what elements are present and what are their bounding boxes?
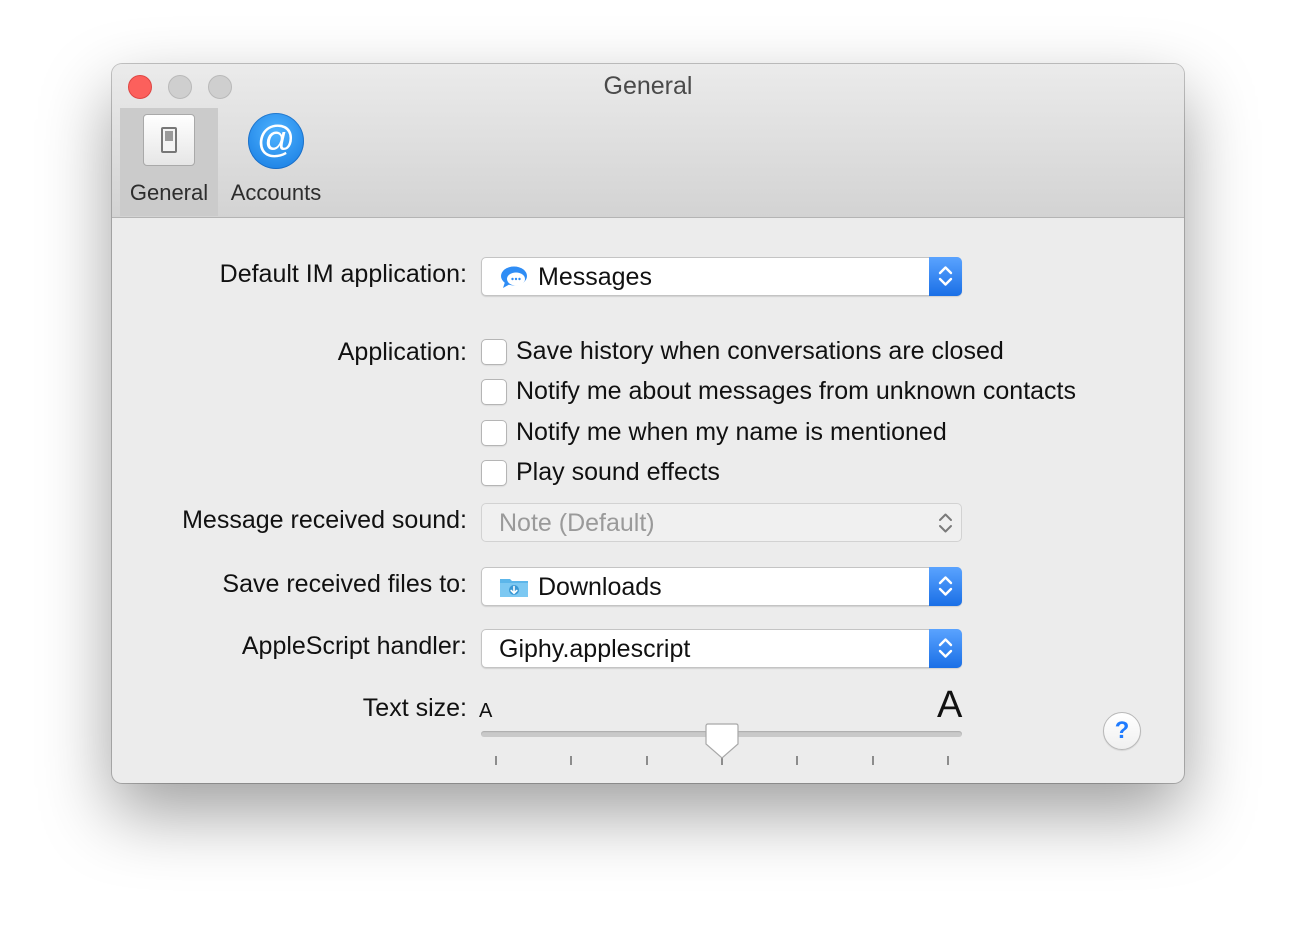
title-bar: General General @ Accounts [112, 64, 1184, 218]
preferences-window: General General @ Accounts Default IM ap… [112, 64, 1184, 783]
applescript-value: Giphy.applescript [499, 635, 691, 663]
slider-tick [645, 756, 648, 765]
switch-icon [143, 114, 195, 166]
slider-tick [947, 756, 949, 765]
save-history-checkbox[interactable] [481, 339, 507, 365]
default-im-popup[interactable]: Messages [481, 257, 962, 296]
applescript-popup[interactable]: Giphy.applescript [481, 629, 962, 668]
save-files-popup[interactable]: Downloads [481, 567, 962, 606]
toolbar-tab-accounts[interactable]: @ Accounts [224, 108, 328, 216]
chevron-updown-icon [929, 629, 962, 668]
at-sign-icon: @ [248, 113, 304, 169]
play-sound-effects-label[interactable]: Play sound effects [516, 458, 720, 487]
small-text-glyph: A [479, 700, 493, 722]
slider-tick [495, 756, 497, 765]
text-size-slider-thumb[interactable] [705, 722, 739, 760]
save-history-label[interactable]: Save history when conversations are clos… [516, 337, 1004, 366]
notify-unknown-contacts-checkbox[interactable] [481, 379, 507, 405]
slider-tick [570, 756, 573, 765]
message-sound-label: Message received sound: [182, 506, 467, 534]
application-label: Application: [337, 338, 467, 366]
play-sound-effects-checkbox[interactable] [481, 460, 507, 486]
toolbar-tab-general[interactable]: General [120, 108, 218, 216]
chevron-updown-icon [929, 257, 962, 296]
save-files-value: Downloads [538, 573, 662, 601]
chevron-updown-icon [929, 567, 962, 606]
help-button[interactable]: ? [1103, 712, 1141, 750]
slider-tick [871, 756, 874, 765]
downloads-folder-icon [500, 579, 528, 597]
messages-icon [501, 266, 527, 288]
notify-name-mentioned-label[interactable]: Notify me when my name is mentioned [516, 418, 947, 447]
window-title: General [603, 72, 693, 100]
default-im-label: Default IM application: [219, 260, 467, 288]
message-sound-popup: Note (Default) [481, 503, 962, 542]
notify-unknown-contacts-label[interactable]: Notify me about messages from unknown co… [516, 377, 1076, 406]
applescript-label: AppleScript handler: [241, 632, 467, 660]
toolbar-tab-label: Accounts [230, 180, 322, 205]
toolbar-tab-label: General [129, 180, 209, 205]
save-files-label: Save received files to: [222, 570, 467, 598]
slider-tick [796, 756, 799, 765]
notify-name-mentioned-checkbox[interactable] [481, 420, 507, 446]
message-sound-value: Note (Default) [499, 509, 655, 537]
text-size-label: Text size: [362, 694, 467, 722]
chevron-updown-icon [929, 504, 961, 541]
large-text-glyph: A [937, 684, 963, 726]
default-im-value: Messages [538, 263, 652, 291]
